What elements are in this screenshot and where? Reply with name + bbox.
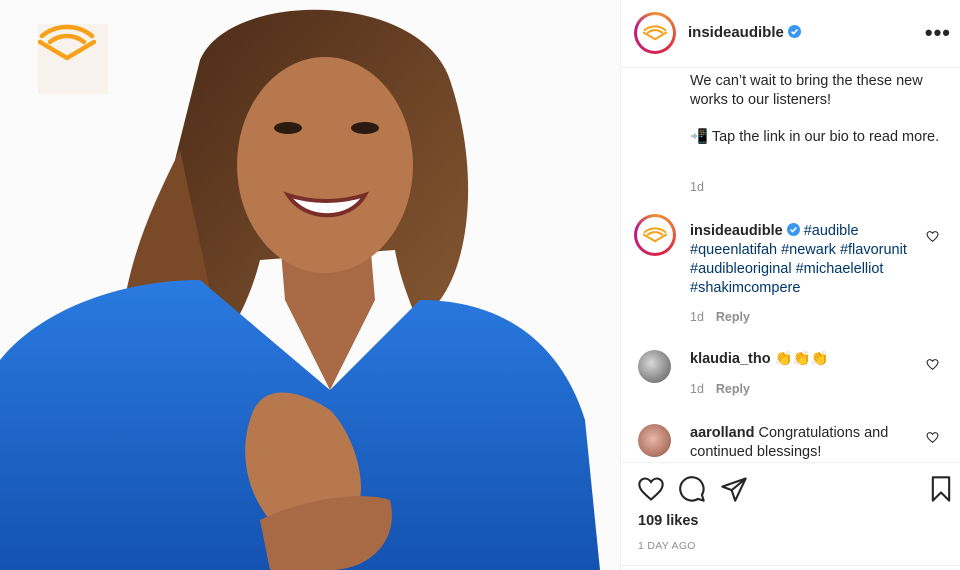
heart-icon[interactable]: [926, 230, 939, 243]
heart-icon[interactable]: [926, 431, 939, 444]
comment-body: aarolland Congratulations and continued …: [690, 424, 925, 462]
comment-username[interactable]: klaudia_tho: [690, 351, 771, 367]
comment-body: klaudia_tho 👏👏👏: [690, 350, 925, 369]
comment-input-edge: [621, 565, 960, 570]
caption-line-1: We can’t wait to bring the these new wor…: [690, 73, 923, 108]
caption-line-2: 📲 Tap the link in our bio to read more.: [690, 129, 940, 145]
audible-avatar-icon: [643, 25, 667, 41]
comment-text: 👏👏👏: [774, 351, 829, 367]
post-actions: 109 likes 1 DAY AGO: [621, 462, 960, 570]
post-caption: We can’t wait to bring the these new wor…: [690, 72, 940, 165]
comment-username[interactable]: insideaudible: [690, 223, 783, 239]
reply-button[interactable]: Reply: [716, 382, 750, 396]
comment-meta: 1d Reply: [690, 382, 750, 396]
reply-button[interactable]: Reply: [716, 310, 750, 324]
post-sidebar: insideaudible ••• We can’t wait to bring…: [620, 0, 960, 570]
avatar[interactable]: [638, 350, 671, 383]
bookmark-icon[interactable]: [927, 475, 955, 503]
post-header: insideaudible •••: [621, 0, 960, 68]
post-image[interactable]: [0, 0, 620, 570]
avatar[interactable]: [634, 12, 676, 54]
comment-time[interactable]: 1d: [690, 382, 704, 396]
comment-icon[interactable]: [678, 475, 706, 503]
audible-logo: [38, 24, 108, 94]
more-options-icon[interactable]: •••: [925, 20, 951, 46]
post-date[interactable]: 1 DAY AGO: [638, 540, 696, 552]
likes-count[interactable]: 109 likes: [638, 513, 698, 529]
heart-icon[interactable]: [637, 475, 665, 503]
audible-avatar-icon: [643, 227, 667, 243]
username-text[interactable]: insideaudible: [688, 24, 784, 41]
avatar[interactable]: [638, 424, 671, 457]
comment-meta: 1d Reply: [690, 310, 750, 324]
caption-timestamp[interactable]: 1d: [690, 180, 704, 194]
avatar[interactable]: [634, 214, 676, 256]
comment-time[interactable]: 1d: [690, 310, 704, 324]
heart-icon[interactable]: [926, 358, 939, 371]
comment-body: insideaudible #audible #queenlatifah #ne…: [690, 222, 925, 298]
header-username[interactable]: insideaudible: [688, 24, 801, 41]
verified-badge-icon: [787, 25, 801, 38]
verified-badge-icon: [786, 223, 800, 236]
share-icon[interactable]: [720, 475, 748, 503]
comment-username[interactable]: aarolland: [690, 425, 754, 441]
